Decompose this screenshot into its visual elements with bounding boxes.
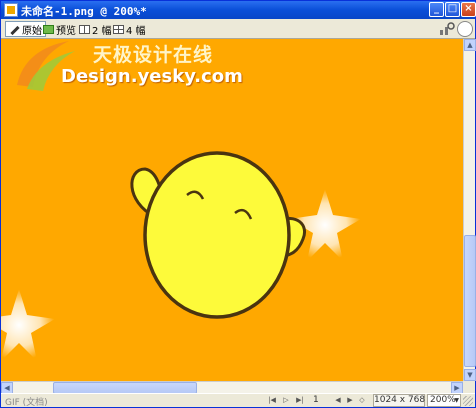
quality-icon[interactable] (439, 21, 455, 37)
preview-browser-icon[interactable] (457, 21, 473, 37)
close-button[interactable]: × (461, 2, 476, 17)
file-format-label: GIF (文档) (5, 398, 48, 408)
tab-2up[interactable]: 2 幅 (79, 21, 112, 37)
chevron-down-icon: ▼ (454, 397, 459, 404)
tab-4up-label: 4 幅 (126, 25, 146, 37)
prev-frame-icon[interactable]: ◀ (333, 396, 343, 405)
next-frame-icon[interactable]: ▶ (345, 396, 355, 405)
horizontal-scrollbar[interactable]: ◀ ▶ (1, 381, 463, 394)
zoom-select[interactable]: 200% ▼ (427, 394, 461, 407)
document-icon (4, 3, 18, 17)
resize-grip[interactable] (463, 396, 473, 406)
two-up-icon (79, 24, 90, 34)
loop-icon[interactable]: ◇ (357, 396, 367, 405)
star-glow-left (1, 289, 55, 361)
tab-preview-label: 预览 (56, 25, 76, 37)
document-window: 未命名-1.png @ 200%* _ □ × 原始 预览 2 幅 4 幅 天极… (0, 0, 476, 408)
tab-2up-label: 2 幅 (92, 25, 112, 37)
tab-preview[interactable]: 预览 (43, 21, 76, 37)
window-title: 未命名-1.png @ 200%* (21, 5, 147, 18)
vertical-scrollbar[interactable]: ▲ ▼ (463, 39, 476, 381)
status-bar: GIF (文档) |◀ ▷ ▶| 1 ◀ ▶ ◇ 1024 x 768 200%… (1, 393, 475, 408)
minimize-button[interactable]: _ (429, 2, 444, 17)
play-icon[interactable]: ▷ (281, 396, 291, 405)
tab-original[interactable]: 原始 (5, 21, 46, 37)
last-frame-icon[interactable]: ▶| (295, 396, 305, 405)
scroll-down-button[interactable]: ▼ (464, 369, 476, 381)
view-toolbar: 原始 预览 2 幅 4 幅 (1, 19, 475, 39)
pencil-icon (9, 24, 20, 35)
watermark-chinese: 天极设计在线 (93, 44, 214, 66)
document-size[interactable]: 1024 x 768 (373, 394, 425, 407)
zoom-value: 200% (430, 395, 456, 405)
four-up-icon (113, 24, 124, 34)
image-canvas[interactable]: 天极设计在线 Design.yesky.com (1, 39, 463, 381)
title-bar[interactable]: 未命名-1.png @ 200%* _ □ × (1, 1, 476, 19)
first-frame-icon[interactable]: |◀ (267, 396, 277, 405)
maximize-button[interactable]: □ (445, 2, 460, 17)
scroll-up-button[interactable]: ▲ (464, 39, 476, 51)
chick-body (143, 151, 291, 319)
watermark-english: Design.yesky.com (61, 66, 243, 87)
chick-character (130, 151, 306, 319)
vertical-scroll-thumb[interactable] (464, 235, 476, 367)
scrollbar-corner (463, 381, 475, 393)
preview-icon (43, 24, 54, 34)
tab-4up[interactable]: 4 幅 (113, 21, 146, 37)
tab-original-label: 原始 (22, 25, 42, 37)
frame-number: 1 (313, 395, 319, 405)
